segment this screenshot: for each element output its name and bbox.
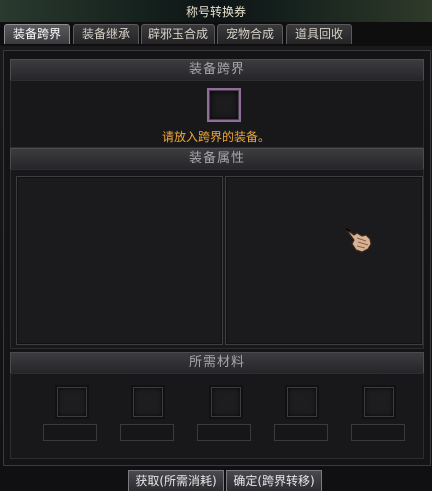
tab-jade-synthesis[interactable]: 辟邪玉合成	[141, 24, 215, 44]
attribute-pane-left	[16, 176, 223, 345]
confirm-button[interactable]: 确定(跨界转移)	[226, 470, 322, 491]
material-count-box	[120, 424, 174, 441]
tab-pet-synthesis[interactable]: 宠物合成	[217, 24, 283, 44]
title-bar[interactable]: 称号转换券	[0, 0, 432, 23]
hand-cursor-icon	[345, 228, 372, 253]
section-header-materials: 所需材料	[10, 352, 424, 374]
material-count-box	[351, 424, 405, 441]
attribute-pane-right	[225, 176, 423, 345]
equipment-input-slot[interactable]	[207, 88, 241, 122]
tab-equipment-crossover[interactable]: 装备跨界	[4, 24, 70, 44]
tab-bar: 装备跨界 装备继承 辟邪玉合成 宠物合成 道具回收	[0, 22, 432, 46]
window-title: 称号转换券	[185, 5, 246, 19]
tab-equipment-inherit[interactable]: 装备继承	[73, 24, 139, 44]
material-count-box	[274, 424, 328, 441]
material-count-box	[43, 424, 97, 441]
tab-item-recycle[interactable]: 道具回收	[286, 24, 352, 44]
material-slot[interactable]	[131, 385, 165, 419]
title-converter-window: 称号转换券 装备跨界 装备继承 辟邪玉合成 宠物合成 道具回收 装备跨界 请放入…	[0, 0, 432, 491]
material-slot[interactable]	[362, 385, 396, 419]
crossover-hint: 请放入跨界的装备。	[161, 130, 270, 144]
material-count-box	[197, 424, 251, 441]
material-slot[interactable]	[209, 385, 243, 419]
obtain-button[interactable]: 获取(所需消耗)	[128, 470, 224, 491]
material-slot[interactable]	[285, 385, 319, 419]
section-header-attributes: 装备属性	[10, 148, 424, 170]
section-header-crossover: 装备跨界	[10, 59, 424, 81]
material-slot[interactable]	[55, 385, 89, 419]
